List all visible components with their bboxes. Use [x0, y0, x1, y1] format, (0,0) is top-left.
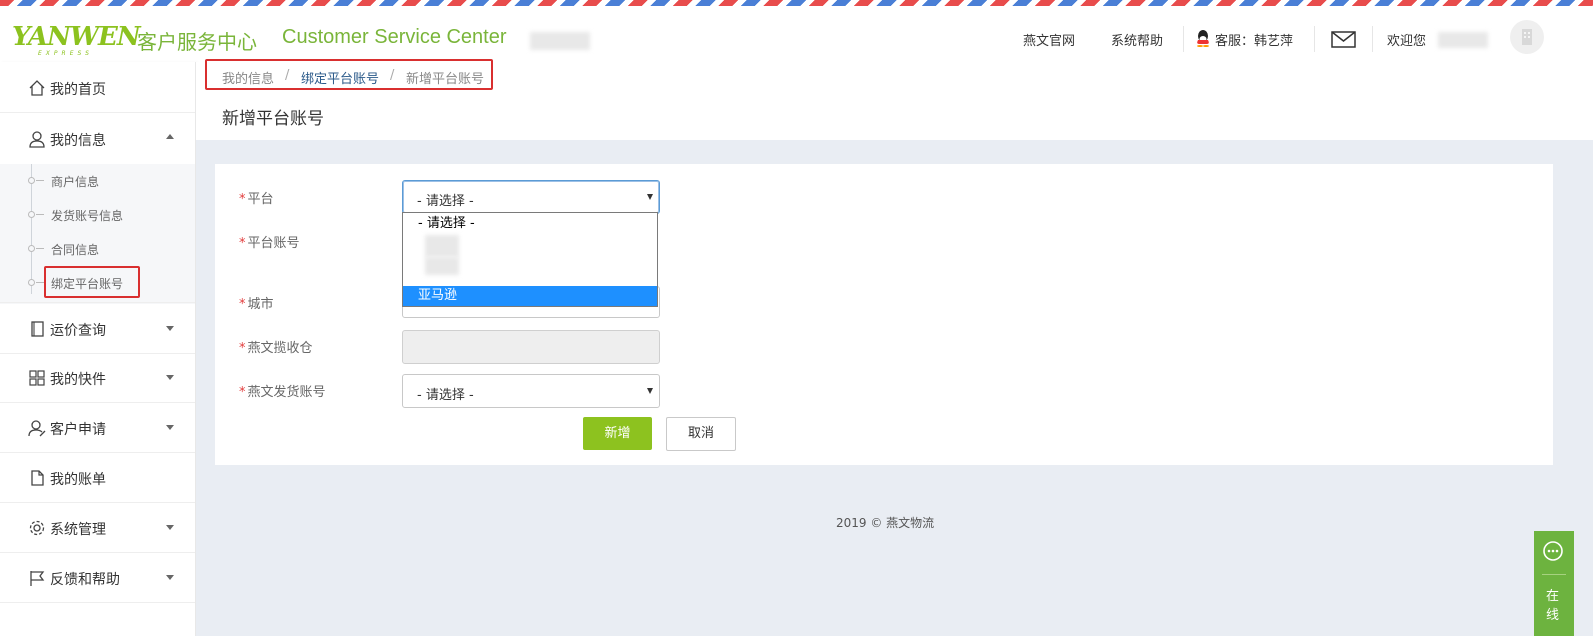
grid-icon — [29, 370, 45, 386]
city-label: * 城市 — [239, 297, 274, 312]
logo-subtext: EXPRESS — [38, 50, 93, 57]
highlight-box — [44, 266, 140, 298]
platform-select[interactable]: - 请选择 - — [402, 180, 660, 214]
form-card: * 平台 - 请选择 - * 平台账号 * 城市 * 燕文揽收仓 * 燕文发货账号 - 请… — [215, 164, 1553, 465]
add-button[interactable]: 新增 — [583, 417, 652, 450]
sidebar-item-system-admin[interactable]: 系统管理 — [0, 502, 195, 553]
platform-select-value: - 请选择 - — [417, 194, 474, 209]
user-icon — [29, 131, 45, 148]
sidebar: 我的首页 我的信息 商户信息 发货账号信息 合同信息 绑定平台账号 运价查询 我… — [0, 62, 196, 636]
chevron-down-icon — [166, 525, 174, 530]
cancel-button[interactable]: 取消 — [666, 417, 736, 451]
blurred-text — [530, 32, 590, 50]
page-title: 新增平台账号 — [222, 109, 324, 129]
customer-service-link[interactable]: 客服：韩艺萍 — [1215, 30, 1293, 49]
sidebar-subitem-merchant-info[interactable]: 商户信息 — [0, 165, 195, 199]
home-icon — [29, 80, 45, 96]
header-divider — [1314, 26, 1315, 52]
shipping-account-value: - 请选择 - — [417, 388, 474, 403]
shipping-account-label: * 燕文发货账号 — [239, 385, 326, 400]
tree-node-icon — [28, 177, 35, 184]
header-divider — [1372, 26, 1373, 52]
user-edit-icon — [28, 420, 46, 437]
logo-text: YANWEN — [12, 22, 141, 52]
dropdown-arrow-icon — [647, 388, 653, 394]
platform-dropdown-list: - 请选择 - 亚马逊 — [402, 212, 658, 307]
blurred-option[interactable] — [425, 235, 459, 257]
breadcrumb: 我的信息 / 绑定平台账号 / 新增平台账号 新增平台账号 — [196, 59, 1593, 140]
warehouse-input — [402, 330, 660, 364]
qq-icon — [1197, 30, 1209, 47]
platform-label: * 平台 — [239, 192, 274, 207]
sidebar-item-label: 我的账单 — [50, 472, 106, 488]
dropdown-arrow-icon — [647, 194, 653, 200]
site-title-en: Customer Service Center — [282, 26, 507, 48]
sidebar-item-label: 我的首页 — [50, 82, 106, 98]
mail-icon[interactable] — [1331, 31, 1356, 48]
document-icon — [31, 470, 44, 486]
footer-copyright: 2019 © 燕文物流 — [836, 516, 935, 530]
chevron-down-icon — [166, 575, 174, 580]
blurred-username — [1438, 32, 1488, 48]
system-help-link[interactable]: 系统帮助 — [1111, 30, 1163, 49]
sidebar-item-label: 反馈和帮助 — [50, 572, 120, 588]
yanwen-logo[interactable]: YANWEN EXPRESS — [12, 22, 141, 62]
header-divider — [1183, 26, 1184, 52]
sidebar-subitem-contract-info[interactable]: 合同信息 — [0, 233, 195, 267]
platform-account-label: * 平台账号 — [239, 236, 300, 251]
sidebar-item-home[interactable]: 我的首页 — [0, 62, 195, 113]
chevron-up-icon — [166, 134, 174, 139]
sidebar-item-freight-query[interactable]: 运价查询 — [0, 302, 195, 354]
building-icon — [1522, 29, 1532, 45]
sidebar-subitem-shipping-account[interactable]: 发货账号信息 — [0, 199, 195, 233]
dropdown-option-placeholder[interactable]: - 请选择 - — [403, 214, 657, 234]
sidebar-item-label: 运价查询 — [50, 323, 106, 339]
chat-icon — [1543, 541, 1563, 561]
sidebar-item-my-packages[interactable]: 我的快件 — [0, 352, 195, 403]
site-title-cn: 客户服务中心 — [137, 30, 257, 54]
shipping-account-select[interactable]: - 请选择 - — [402, 374, 660, 408]
online-service-tab[interactable]: 在线 — [1534, 531, 1574, 636]
sidebar-subitem-label: 发货账号信息 — [51, 209, 124, 223]
tree-node-icon — [28, 211, 35, 218]
tree-node-icon — [28, 245, 35, 252]
sidebar-subitem-label: 商户信息 — [51, 175, 100, 189]
chevron-down-icon — [166, 425, 174, 430]
blurred-option[interactable] — [425, 257, 459, 275]
warehouse-label: * 燕文揽收仓 — [239, 341, 313, 356]
sidebar-item-label: 我的信息 — [50, 133, 106, 149]
sidebar-item-my-info[interactable]: 我的信息 — [0, 113, 195, 163]
notebook-icon — [31, 321, 44, 337]
official-site-link[interactable]: 燕文官网 — [1023, 30, 1075, 49]
sidebar-subitem-label: 合同信息 — [51, 243, 100, 257]
sidebar-item-label: 系统管理 — [50, 522, 106, 538]
sidebar-item-feedback-help[interactable]: 反馈和帮助 — [0, 552, 195, 603]
sidebar-item-customer-apply[interactable]: 客户申请 — [0, 402, 195, 453]
gear-icon — [29, 520, 45, 536]
chevron-down-icon — [166, 326, 174, 331]
user-avatar[interactable] — [1510, 20, 1544, 54]
tree-node-icon — [28, 279, 35, 286]
sidebar-item-label: 我的快件 — [50, 372, 106, 388]
flag-icon — [30, 571, 45, 586]
main-content: 我的信息 / 绑定平台账号 / 新增平台账号 新增平台账号 * 平台 - 请选择 … — [196, 59, 1593, 636]
dropdown-option-amazon[interactable]: 亚马逊 — [403, 286, 657, 306]
sidebar-item-label: 客户申请 — [50, 422, 106, 438]
welcome-text: 欢迎您 — [1387, 34, 1427, 49]
online-service-label: 在线 — [1546, 589, 1560, 623]
chevron-down-icon — [166, 375, 174, 380]
highlight-box — [205, 59, 493, 90]
sidebar-item-my-bill[interactable]: 我的账单 — [0, 452, 195, 503]
top-header: YANWEN EXPRESS 客户服务中心 Customer Service C… — [0, 6, 1593, 62]
